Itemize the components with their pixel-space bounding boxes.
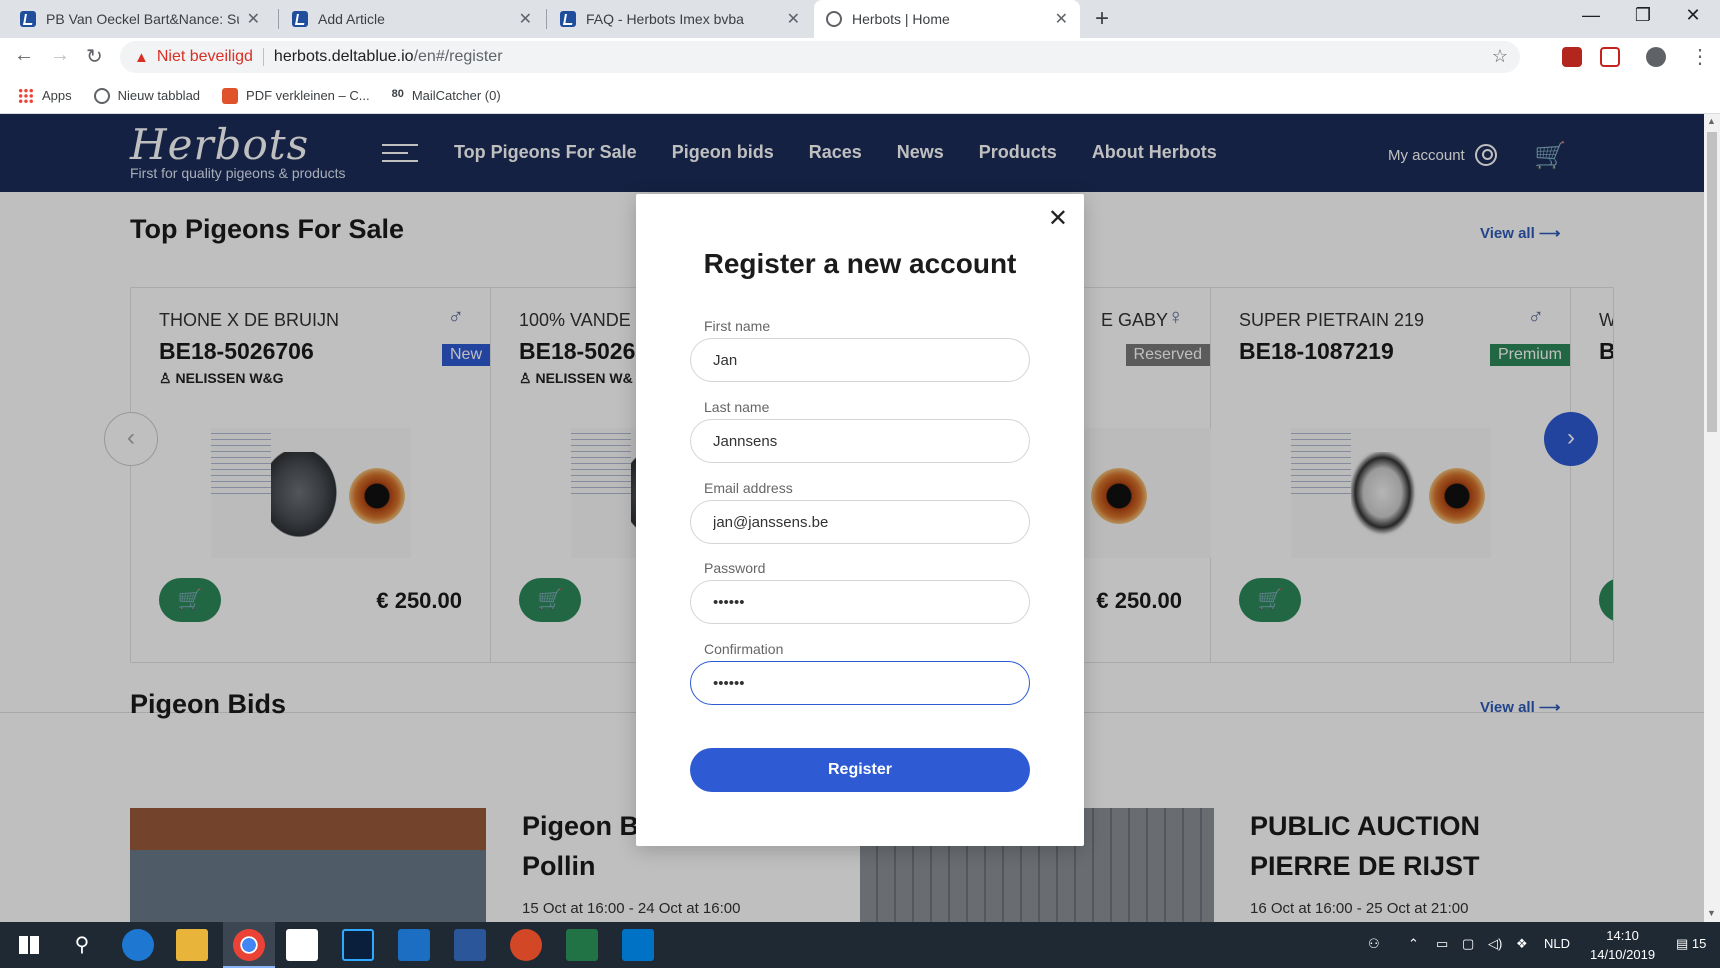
window-close-icon[interactable]: ✕ bbox=[1670, 5, 1716, 26]
security-label[interactable]: Niet beveiligd bbox=[157, 48, 253, 66]
bookmark-pdf[interactable]: PDF verkleinen – C... bbox=[222, 87, 370, 104]
battery-icon[interactable]: ▭ bbox=[1436, 936, 1448, 952]
site-favicon-icon bbox=[20, 11, 36, 27]
windows-start-icon[interactable] bbox=[14, 929, 46, 961]
language-indicator[interactable]: NLD bbox=[1544, 936, 1570, 951]
bookmark-new-tab[interactable]: Nieuw tabblad bbox=[93, 87, 201, 104]
minimize-icon[interactable]: — bbox=[1568, 5, 1614, 26]
close-icon[interactable]: ✕ bbox=[519, 9, 532, 29]
people-icon[interactable]: ⚇ bbox=[1368, 936, 1380, 952]
globe-icon bbox=[93, 87, 110, 104]
bookmark-star-icon[interactable]: ☆ bbox=[1492, 46, 1508, 67]
site-favicon-icon bbox=[560, 11, 576, 27]
last-name-field[interactable] bbox=[690, 419, 1030, 463]
pocket-icon[interactable] bbox=[1600, 47, 1620, 67]
word-icon[interactable] bbox=[454, 929, 486, 961]
globe-icon bbox=[826, 11, 842, 27]
tab-strip: PB Van Oeckel Bart&Nance: Sum ✕ Add Arti… bbox=[0, 0, 1720, 38]
menu-icon[interactable]: ⋮ bbox=[1690, 44, 1710, 69]
apps-icon bbox=[18, 87, 34, 104]
first-name-label: First name bbox=[704, 318, 771, 334]
last-name-label: Last name bbox=[704, 399, 770, 415]
warning-icon: ▲ bbox=[134, 48, 149, 66]
scroll-up-icon[interactable]: ▲ bbox=[1707, 116, 1716, 126]
file-explorer-icon[interactable] bbox=[176, 929, 208, 961]
browser-toolbar: ← → ↻ ▲ Niet beveiligd herbots.deltablue… bbox=[0, 38, 1720, 78]
email-label: Email address bbox=[704, 480, 793, 496]
restore-icon[interactable]: ❐ bbox=[1620, 5, 1666, 26]
url-host: herbots.deltablue.io bbox=[273, 48, 414, 65]
password-confirmation-field[interactable] bbox=[690, 661, 1030, 705]
page-scrollbar[interactable]: ▲ ▼ bbox=[1704, 114, 1720, 922]
bookmark-label: Apps bbox=[42, 88, 72, 103]
notification-count: 15 bbox=[1691, 936, 1707, 951]
search-icon[interactable]: ⚲ bbox=[66, 929, 98, 961]
network-icon[interactable]: ▢ bbox=[1462, 936, 1474, 952]
photoshop-icon[interactable] bbox=[342, 929, 374, 961]
close-icon[interactable]: ✕ bbox=[1055, 9, 1068, 29]
bookmark-mailcatcher[interactable]: 80 MailCatcher (0) bbox=[392, 88, 501, 104]
back-icon[interactable]: ← bbox=[14, 44, 34, 67]
close-icon[interactable]: ✕ bbox=[1048, 204, 1068, 233]
mailcatcher-icon: 80 bbox=[391, 87, 404, 100]
password-label: Password bbox=[704, 560, 766, 576]
url-path: /en#/register bbox=[413, 48, 503, 65]
bookmark-label: MailCatcher (0) bbox=[411, 88, 501, 103]
system-clock[interactable]: 14:10 14/10/2019 bbox=[1590, 926, 1655, 964]
store-icon[interactable] bbox=[286, 929, 318, 961]
bookmarks-bar: Apps Nieuw tabblad PDF verkleinen – C...… bbox=[0, 78, 1720, 114]
tab-title: Add Article bbox=[318, 11, 385, 27]
windows-taskbar: ⚲ ⚇ ⌃ ▭ ▢ ◁) ❖ NLD 14:10 14/10/2019 ▤ 15 bbox=[0, 922, 1720, 968]
notification-center-icon[interactable]: ▤ 15 bbox=[1676, 936, 1706, 952]
register-modal: ✕ Register a new account First name Last… bbox=[636, 194, 1084, 846]
new-tab-icon[interactable]: + bbox=[1095, 5, 1109, 33]
confirmation-label: Confirmation bbox=[704, 641, 784, 657]
photos-icon[interactable] bbox=[398, 929, 430, 961]
reload-icon[interactable]: ↻ bbox=[86, 44, 103, 69]
bookmark-label: PDF verkleinen – C... bbox=[246, 88, 370, 103]
scrollbar-thumb[interactable] bbox=[1707, 132, 1717, 432]
dropbox-icon[interactable]: ❖ bbox=[1516, 936, 1528, 952]
bookmark-apps[interactable]: Apps bbox=[18, 87, 72, 104]
tab-title: FAQ - Herbots Imex bvba bbox=[586, 11, 744, 27]
tab-faq[interactable]: FAQ - Herbots Imex bvba ✕ bbox=[548, 0, 812, 38]
register-button[interactable]: Register bbox=[690, 748, 1030, 792]
outlook-icon[interactable] bbox=[622, 929, 654, 961]
bookmark-label: Nieuw tabblad bbox=[117, 88, 201, 103]
tab-title: Herbots | Home bbox=[852, 11, 950, 27]
tray-chevron-icon[interactable]: ⌃ bbox=[1408, 936, 1419, 952]
tab-herbots-home[interactable]: Herbots | Home ✕ bbox=[814, 0, 1080, 38]
close-icon[interactable]: ✕ bbox=[787, 9, 800, 29]
tab-add-article[interactable]: Add Article ✕ bbox=[280, 0, 544, 38]
page-viewport: Herbots First for quality pigeons & prod… bbox=[0, 114, 1704, 922]
volume-icon[interactable]: ◁) bbox=[1488, 936, 1502, 952]
forward-icon[interactable]: → bbox=[50, 44, 70, 67]
address-bar[interactable]: ▲ Niet beveiligd herbots.deltablue.io/en… bbox=[120, 41, 1520, 73]
scroll-down-icon[interactable]: ▼ bbox=[1707, 908, 1716, 918]
first-name-field[interactable] bbox=[690, 338, 1030, 382]
email-field[interactable] bbox=[690, 500, 1030, 544]
modal-title: Register a new account bbox=[703, 248, 1017, 279]
tab-pb-van-oeckel[interactable]: PB Van Oeckel Bart&Nance: Sum ✕ bbox=[8, 0, 272, 38]
chrome-icon[interactable] bbox=[233, 929, 265, 961]
extension-icon[interactable] bbox=[1562, 47, 1582, 67]
excel-icon[interactable] bbox=[566, 929, 598, 961]
pdf-icon bbox=[222, 87, 239, 104]
close-icon[interactable]: ✕ bbox=[247, 9, 260, 29]
edge-icon[interactable] bbox=[122, 929, 154, 961]
powerpoint-icon[interactable] bbox=[510, 929, 542, 961]
tab-title: PB Van Oeckel Bart&Nance: Sum bbox=[46, 11, 239, 27]
profile-icon[interactable] bbox=[1646, 47, 1666, 67]
password-field[interactable] bbox=[690, 580, 1030, 624]
site-favicon-icon bbox=[292, 11, 308, 27]
